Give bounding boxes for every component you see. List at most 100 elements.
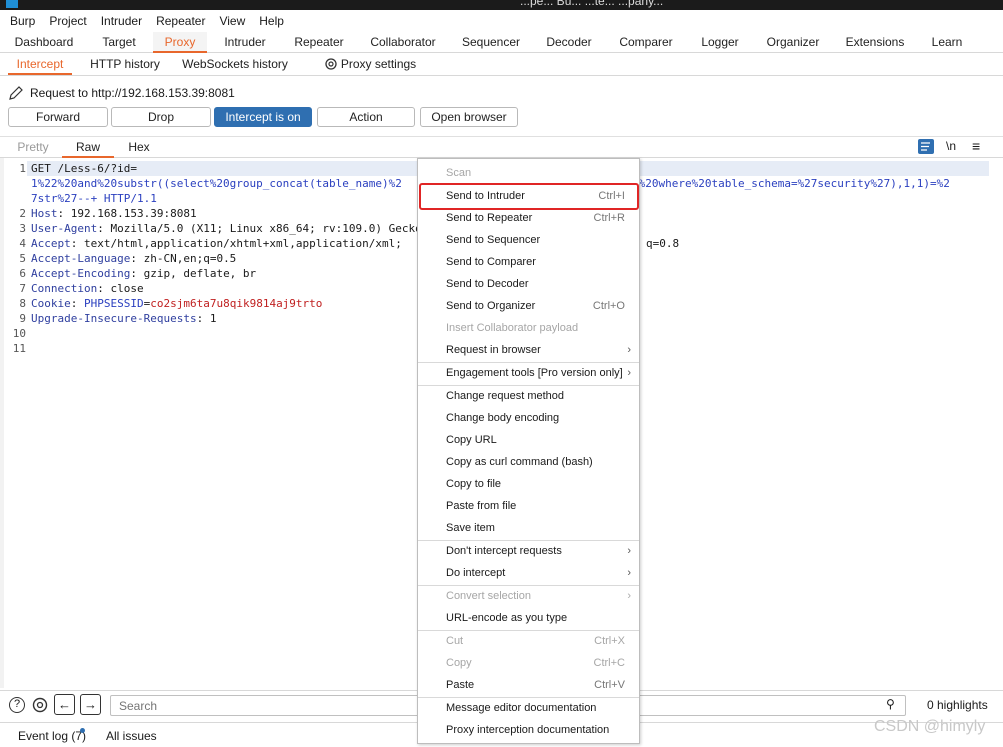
highlights-count: 0 highlights (927, 698, 988, 712)
header-accept: Accept: text/html,application/xhtml+xml,… (31, 237, 402, 250)
line-number: 6 (19, 267, 26, 280)
tab-intruder[interactable]: Intruder (214, 32, 276, 53)
menu-item-paste[interactable]: Paste Ctrl+V (418, 674, 639, 696)
request-line-method: GET /Less-6/?id= (31, 162, 137, 175)
tab-learn[interactable]: Learn (922, 32, 972, 53)
help-icon[interactable]: ? (9, 697, 25, 713)
tab-extensions[interactable]: Extensions (838, 32, 912, 53)
menu-item-scan: Scan (446, 167, 472, 179)
line-number: 9 (19, 312, 26, 325)
event-log-link[interactable]: Event log (7) (18, 729, 86, 743)
chevron-right-icon: › (627, 590, 631, 602)
tab-logger[interactable]: Logger (692, 32, 748, 53)
menu-item-send-to-comparer[interactable]: Send to Comparer (418, 251, 639, 273)
tab-repeater[interactable]: Repeater (284, 32, 354, 53)
line-number: 3 (19, 222, 26, 235)
menu-item-change-body-encoding[interactable]: Change body encoding (418, 407, 639, 429)
wrap-lines-icon[interactable] (918, 139, 934, 154)
show-newlines-icon[interactable]: \n (946, 139, 956, 153)
forward-button[interactable]: Forward (8, 107, 108, 127)
proxy-sub-tabs: Intercept HTTP history WebSockets histor… (0, 53, 1003, 76)
menu-item-paste-from-file[interactable]: Paste from file (418, 495, 639, 517)
line-number: 8 (19, 297, 26, 310)
action-button[interactable]: Action (317, 107, 415, 127)
editor-menu-icon[interactable]: ≡ (972, 138, 980, 154)
header-upgrade-insecure: Upgrade-Insecure-Requests: 1 (31, 312, 217, 325)
tab-decoder[interactable]: Decoder (538, 32, 600, 53)
tab-proxy[interactable]: Proxy (153, 32, 207, 53)
subtab-websockets-history[interactable]: WebSockets history (180, 55, 290, 75)
menu-item-engagement-tools[interactable]: Engagement tools [Pro version only] › (418, 362, 639, 384)
back-arrow-icon[interactable]: ← (54, 694, 75, 715)
menu-item-save-item[interactable]: Save item (418, 517, 639, 539)
menu-item-send-to-sequencer[interactable]: Send to Sequencer (418, 229, 639, 251)
event-log-badge (80, 728, 85, 733)
window-title: ...pe... Bu... ...te... ...pany... (520, 0, 664, 8)
forward-arrow-icon[interactable]: → (80, 694, 101, 715)
menu-intruder[interactable]: Intruder (101, 14, 142, 28)
main-tabs: Dashboard Target Proxy Intruder Repeater… (0, 32, 1003, 53)
menu-burp[interactable]: Burp (10, 14, 35, 28)
tab-organizer[interactable]: Organizer (758, 32, 828, 53)
chevron-right-icon: › (627, 344, 631, 356)
menu-item-cut: Cut Ctrl+X (446, 635, 625, 647)
menu-item-send-to-decoder[interactable]: Send to Decoder (418, 273, 639, 295)
subtab-http-history[interactable]: HTTP history (86, 55, 164, 75)
menu-item-send-to-organizer[interactable]: Send to Organizer Ctrl+O (418, 295, 639, 317)
menu-project[interactable]: Project (49, 14, 86, 28)
header-accept-encoding: Accept-Encoding: gzip, deflate, br (31, 267, 257, 280)
open-browser-button[interactable]: Open browser (420, 107, 518, 127)
tab-pretty[interactable]: Pretty (8, 139, 58, 158)
menubar: Burp Project Intruder Repeater View Help (0, 10, 1003, 32)
menu-item-request-in-browser[interactable]: Request in browser › (418, 339, 639, 361)
menu-item-copy: Copy Ctrl+C (446, 657, 625, 669)
chevron-right-icon: › (627, 367, 631, 379)
request-query-part1: 1%22%20and%20substr((select%20group_conc… (31, 177, 402, 190)
header-cookie: Cookie: PHPSESSID=co2sjm6ta7u8qik9814aj9… (31, 297, 323, 310)
editor-view-tabs: Pretty Raw Hex \n ≡ (0, 136, 1003, 158)
tab-comparer[interactable]: Comparer (611, 32, 681, 53)
subtab-proxy-settings[interactable]: Proxy settings (322, 55, 418, 75)
menu-view[interactable]: View (219, 14, 245, 28)
window-titlebar: ...pe... Bu... ...te... ...pany... (0, 0, 1003, 10)
gear-icon (325, 58, 337, 70)
tab-collaborator[interactable]: Collaborator (362, 32, 444, 53)
menu-help[interactable]: Help (259, 14, 284, 28)
line-number: 4 (19, 237, 26, 250)
intercept-toggle-button[interactable]: Intercept is on (214, 107, 312, 127)
pencil-icon (9, 86, 23, 100)
subtab-intercept[interactable]: Intercept (8, 55, 72, 75)
menu-item-send-to-repeater[interactable]: Send to Repeater Ctrl+R (418, 207, 639, 229)
line-number: 10 (12, 327, 26, 340)
intercept-request-line: Request to http://192.168.153.39:8081 (8, 84, 235, 102)
menu-item-dont-intercept[interactable]: Don't intercept requests › (418, 540, 639, 562)
proxy-settings-label: Proxy settings (340, 57, 417, 71)
tab-sequencer[interactable]: Sequencer (455, 32, 527, 53)
menu-item-copy-url[interactable]: Copy URL (418, 429, 639, 451)
menu-item-url-encode[interactable]: URL-encode as you type (418, 607, 639, 629)
menu-item-copy-to-file[interactable]: Copy to file (418, 473, 639, 495)
menu-item-message-editor-docs[interactable]: Message editor documentation (418, 697, 639, 719)
chevron-right-icon: › (627, 567, 631, 579)
menu-repeater[interactable]: Repeater (156, 14, 205, 28)
tab-dashboard[interactable]: Dashboard (8, 32, 80, 53)
request-query-part3: 7str%27--+ HTTP/1.1 (31, 192, 157, 205)
line-number: 1 (19, 162, 26, 175)
tab-target[interactable]: Target (88, 32, 150, 53)
burp-logo-icon (6, 0, 18, 8)
tab-hex[interactable]: Hex (118, 139, 160, 158)
watermark: CSDN @himyly (874, 718, 986, 735)
line-number: 11 (12, 342, 26, 355)
search-icon[interactable]: ⚲ (886, 697, 895, 711)
line-number: 7 (19, 282, 26, 295)
all-issues-link[interactable]: All issues (106, 729, 157, 743)
menu-item-do-intercept[interactable]: Do intercept › (418, 562, 639, 584)
drop-button[interactable]: Drop (111, 107, 211, 127)
menu-item-proxy-interception-docs[interactable]: Proxy interception documentation (418, 719, 639, 741)
settings-gear-icon[interactable] (31, 696, 49, 714)
chevron-right-icon: › (627, 545, 631, 557)
request-query-part2: s%20where%20table_schema=%27security%27)… (632, 177, 950, 190)
menu-item-copy-as-curl[interactable]: Copy as curl command (bash) (418, 451, 639, 473)
tab-raw[interactable]: Raw (62, 139, 114, 158)
menu-item-change-request-method[interactable]: Change request method (418, 385, 639, 407)
